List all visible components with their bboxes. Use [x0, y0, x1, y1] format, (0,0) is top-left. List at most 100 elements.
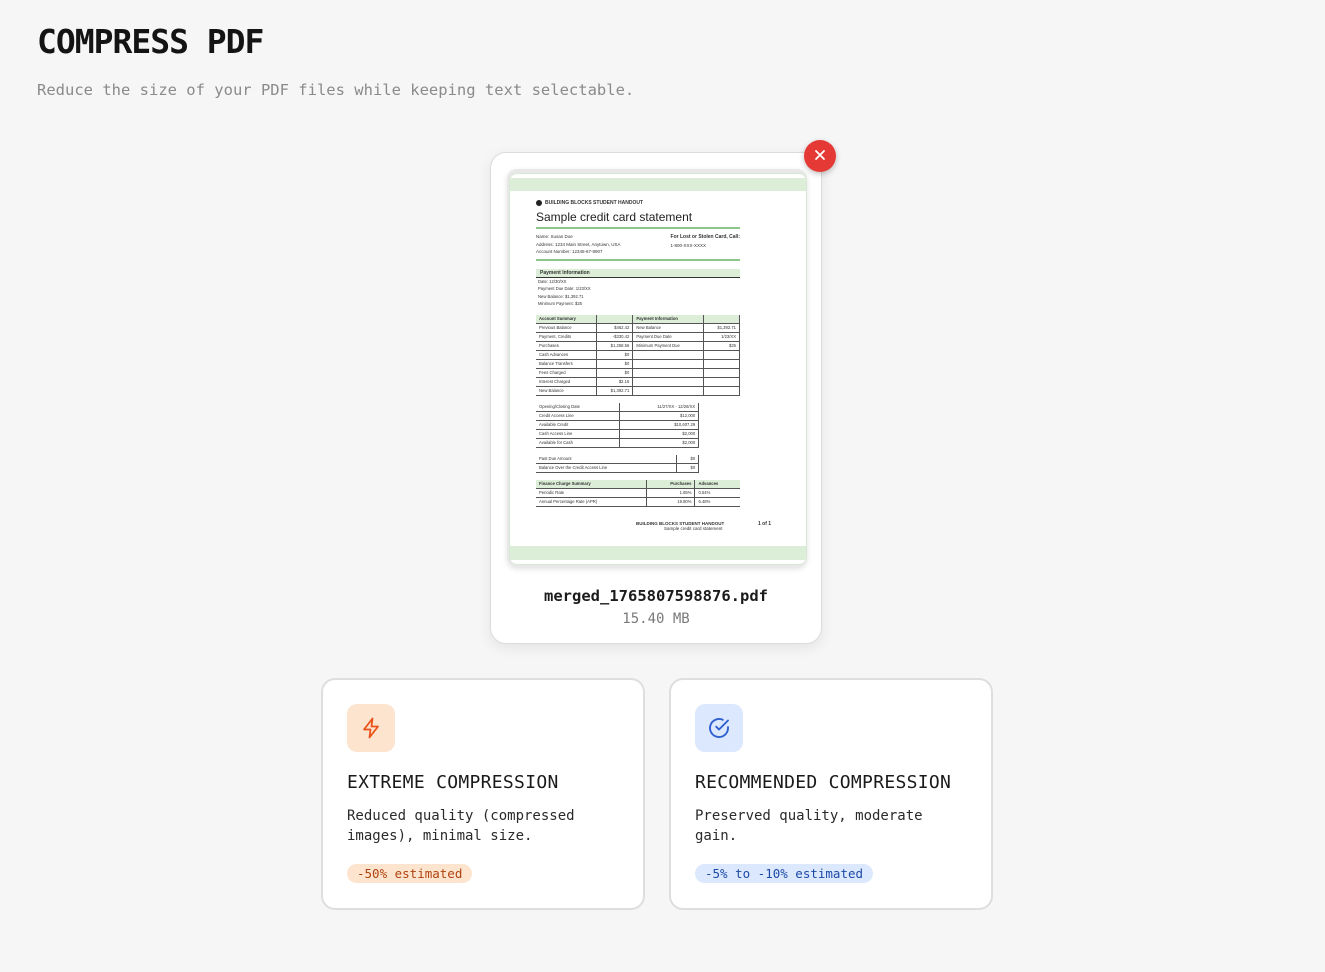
doc-table-cell: Minimum Payment Due: [632, 341, 704, 351]
option-title: RECOMMENDED COMPRESSION: [695, 772, 952, 793]
doc-table-row: Previous Balance $462.42 New Balance $1,392…: [536, 323, 740, 333]
page-title: COMPRESS PDF: [37, 22, 264, 61]
doc-table-row: Purchases $1,258.56 Minimum Payment Due $25: [536, 341, 740, 351]
doc-table-cell: $0: [676, 463, 700, 473]
doc-table-row: Available Credit $10,607.29: [536, 420, 700, 430]
doc-table-cell: $1,392.71: [703, 323, 740, 333]
page-band-bottom: [510, 546, 806, 560]
doc-table-cell: Payment Information: [632, 314, 704, 324]
file-card: BUILDING BLOCKS STUDENT HANDOUT Sample c…: [490, 152, 822, 644]
doc-table-cell: -$330.42: [596, 332, 634, 342]
remove-file-button[interactable]: [804, 140, 836, 172]
doc-table-row: Cash Access Line $2,000: [536, 429, 700, 439]
doc-table-cell: $462.42: [596, 323, 634, 333]
doc-payment-line: Payment Due Date: 1/23/XX: [538, 286, 591, 291]
doc-table-row: Available for Cash $2,000: [536, 438, 700, 448]
doc-table-cell: Account Summary: [536, 314, 597, 324]
doc-table-row: Periodic Rate 1.65% 0.54%: [536, 488, 740, 498]
logo-icon: [536, 200, 542, 206]
doc-account-line: Account Number: 12345-67-8907: [536, 249, 603, 254]
doc-table-cell: $1,258.56: [596, 341, 634, 351]
doc-lost-phone: 1-800-XXX-XXXX: [670, 242, 707, 248]
doc-table-header: Finance Charge Summary Purchases Advances: [536, 479, 740, 489]
doc-header-text: BUILDING BLOCKS STUDENT HANDOUT: [545, 200, 644, 206]
doc-table-cell: Advances: [694, 479, 740, 489]
doc-table-cell: Cash Advances: [536, 350, 597, 360]
doc-payment-line: New Balance: $1,392.71: [538, 293, 584, 299]
doc-table-cell: 0.54%: [694, 488, 740, 498]
doc-payment-lines: Date: 12/30/XX Payment Due Date: 1/23/XX N…: [536, 278, 740, 308]
doc-table-cell: [703, 368, 740, 378]
doc-table-cell: [703, 314, 740, 324]
doc-table-cell: [632, 359, 704, 369]
doc-table-cell: Opening/Closing Date: [536, 402, 620, 412]
doc-table-cell: 19.80%: [646, 497, 696, 507]
doc-table-cell: $1,392.71: [596, 386, 634, 396]
doc-table-cell: Available for Cash: [536, 438, 620, 448]
divider: [536, 227, 740, 229]
doc-table-row: New Balance $1,392.71: [536, 386, 740, 396]
doc-table-cell: 1.65%: [646, 488, 696, 498]
doc-table-cell: Interest Charged: [536, 377, 597, 387]
doc-table-cell: Cash Access Line: [536, 429, 620, 439]
option-description: Preserved quality, moderate gain.: [695, 808, 923, 844]
doc-table-cell: $10,607.29: [619, 420, 700, 430]
doc-credit-table: Opening/Closing Date 11/27/XX - 12/26/XX C…: [536, 402, 700, 448]
doc-table-cell: 6.48%: [694, 497, 740, 507]
doc-table-row: Fees Charged $0: [536, 368, 740, 378]
extreme-compression-option[interactable]: EXTREME COMPRESSION Reduced quality (com…: [321, 678, 645, 910]
doc-table-cell: Purchases: [646, 479, 696, 489]
file-size: 15.40 MB: [622, 611, 690, 627]
doc-table-cell: Annual Percentage Rate (APR): [536, 497, 647, 507]
doc-table-cell: $0: [596, 368, 634, 378]
doc-table-cell: Past Due Amount: [536, 454, 677, 464]
close-icon: [814, 149, 826, 164]
doc-table-cell: [596, 314, 634, 324]
doc-table-cell: $2.15: [596, 377, 634, 387]
doc-footer-page: 1 of 1: [758, 521, 772, 527]
doc-table-cell: New Balance: [536, 386, 597, 396]
doc-footer: BUILDING BLOCKS STUDENT HANDOUT Sample c…: [636, 521, 786, 531]
recommended-compression-option[interactable]: RECOMMENDED COMPRESSION Preserved qualit…: [669, 678, 993, 910]
doc-table-cell: Purchases: [536, 341, 597, 351]
doc-table-cell: [632, 368, 704, 378]
doc-table-row: Payment, Credits -$330.42 Payment Due Date…: [536, 332, 740, 342]
doc-table-cell: Payment, Credits: [536, 332, 597, 342]
doc-table-cell: $25: [703, 341, 740, 351]
doc-table-cell: [703, 350, 740, 360]
estimate-badge: -50% estimated: [347, 864, 473, 883]
doc-finance-table: Finance Charge Summary Purchases Advances P…: [536, 479, 740, 507]
doc-table-row: Annual Percentage Rate (APR) 19.80% 6.48%: [536, 497, 740, 507]
doc-table-cell: Payment Due Date: [632, 332, 704, 342]
doc-table-cell: $2,000: [619, 438, 700, 448]
doc-table-cell: $0: [596, 350, 634, 360]
option-title: EXTREME COMPRESSION: [347, 772, 559, 793]
doc-table-cell: $0: [596, 359, 634, 369]
doc-title: Sample credit card statement: [536, 210, 693, 224]
doc-table-cell: New Balance: [632, 323, 704, 333]
option-description: Reduced quality (compressed images), min…: [347, 808, 575, 844]
doc-table-header: Account Summary Payment Information: [536, 314, 740, 324]
file-name: merged_1765807598876.pdf: [544, 587, 768, 605]
doc-table-cell: $12,000: [619, 411, 700, 421]
doc-past-table: Past Due Amount $0 Balance Over the Credit…: [536, 454, 700, 473]
doc-name-line: Name: Susan Doe: [536, 234, 573, 239]
lightning-icon: [347, 704, 395, 752]
doc-payment-line: Minimum Payment: $25: [538, 301, 582, 306]
doc-table-row: Balance Over the Credit Access Line $0: [536, 463, 700, 473]
doc-table-cell: $2,000: [619, 429, 700, 439]
pdf-preview: BUILDING BLOCKS STUDENT HANDOUT Sample c…: [507, 169, 807, 567]
doc-payment-line: Date: 12/30/XX: [538, 278, 567, 284]
doc-table-row: Opening/Closing Date 11/27/XX - 12/26/XX: [536, 402, 700, 412]
divider: [536, 258, 740, 261]
doc-table-cell: [703, 386, 740, 396]
doc-table-cell: Balance Over the Credit Access Line: [536, 463, 677, 473]
doc-table-cell: Fees Charged: [536, 368, 597, 378]
doc-table-cell: [632, 377, 704, 387]
doc-table-cell: Available Credit: [536, 420, 620, 430]
doc-table-cell: 1/23/XX: [703, 332, 740, 342]
doc-address-line: Address: 1234 Main Street, Anytown, USA: [536, 241, 621, 247]
doc-table-cell: Credit Access Line: [536, 411, 620, 421]
doc-payment-head: Payment Information: [536, 268, 740, 278]
doc-info: Name: Susan Doe Address: 1234 Main Stree…: [536, 233, 740, 256]
